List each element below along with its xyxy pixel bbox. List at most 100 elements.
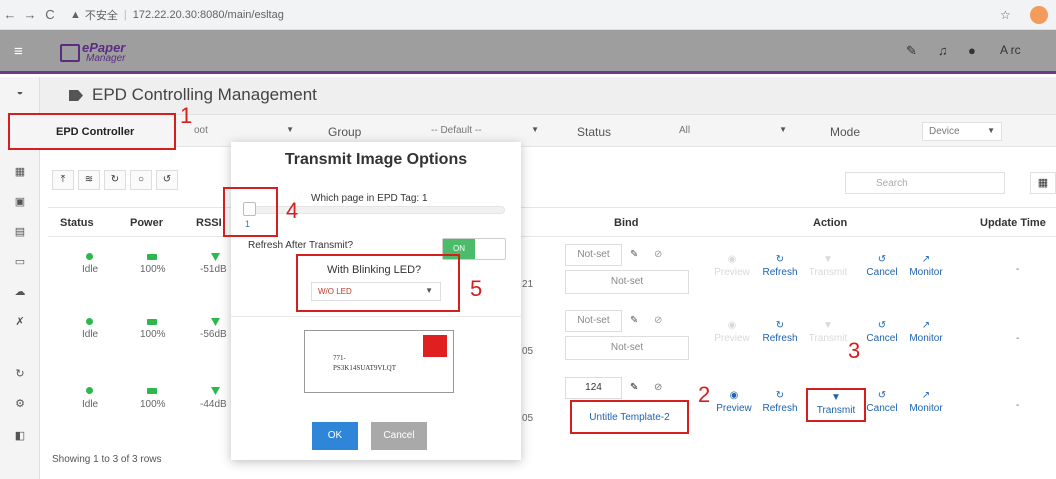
logo-icon [60,44,80,62]
epd-controller-tab[interactable]: EPD Controller [8,113,176,150]
refresh-question: Refresh After Transmit? [248,240,354,251]
signal-icon [211,318,220,326]
wifi-icon[interactable]: ≋ [78,170,100,190]
row-status: Idle [82,329,99,340]
cancel-label: Cancel [866,333,898,344]
upload-icon[interactable]: ⤒ [52,170,74,190]
preview-button[interactable]: ◉ Preview [714,390,754,414]
undo-icon: ↺ [877,390,887,401]
ok-button[interactable]: OK [312,422,358,450]
tools-icon[interactable]: ✎ [906,43,917,59]
bell-icon[interactable]: ♫ [938,43,948,58]
sidebar-dashboard-icon[interactable]: ◒ [12,86,28,98]
search-input[interactable]: Search [845,172,1005,194]
monitor-label: Monitor [909,333,943,344]
col-status[interactable]: Status [60,217,94,229]
transmit-button[interactable]: ▼ Transmit [808,254,848,278]
status-dot-icon [86,387,93,394]
sidebar-layers-icon[interactable]: ◧ [12,429,28,442]
bookmark-star-icon[interactable]: ☆ [1000,8,1011,22]
back-icon[interactable]: ← [0,7,20,22]
preview-button[interactable]: ◉ Preview [714,254,750,278]
annotation-5: 5 [470,276,483,301]
row-power: 100% [140,399,166,410]
controller-value: oot [194,125,208,136]
battery-icon [147,388,157,394]
preview-label: Preview [714,333,750,344]
app-logo: ePaper Manager [60,38,150,66]
bind-template-field[interactable]: Not-set [565,270,689,294]
dialog-cancel-button[interactable]: Cancel [371,422,427,450]
bind-template-field[interactable]: Not-set [565,336,689,360]
undo-icon[interactable]: ↺ [156,170,178,190]
bind-value-field[interactable]: 124 [565,377,622,399]
sidebar-grid-icon[interactable]: ▦ [12,165,28,178]
bind-value-field[interactable]: Not-set [565,310,622,332]
row-rssi: -51dB [200,264,227,275]
refresh-label: Refresh [762,333,798,344]
unlink-icon[interactable]: ⊘ [654,315,662,326]
bind-template-field[interactable]: Untitle Template-2 [570,400,689,434]
template-line1: 771- [333,354,346,362]
sidebar-image-icon[interactable]: ▣ [12,195,28,208]
epd-controller-label: EPD Controller [56,126,135,138]
col-update-time[interactable]: Update Time [980,217,1046,229]
forward-icon[interactable]: → [20,7,40,22]
transmit-button[interactable]: ▼ Transmit [806,388,866,422]
col-action[interactable]: Action [813,217,847,229]
refresh-button[interactable]: ↻ Refresh [760,254,800,278]
globe-icon[interactable]: ● [968,43,976,58]
app-header: ≡ ePaper Manager ✎ ♫ ● A rc [0,30,1056,74]
sync-icon[interactable]: ↻ [104,170,126,190]
transmit-label: Transmit [808,333,848,344]
edit-icon[interactable]: ✎ [630,382,638,393]
row-update-time: - [1016,400,1020,411]
transmit-button[interactable]: ▼ Transmit [808,320,848,344]
chevron-down-icon: ▼ [987,126,995,135]
row-power: 100% [140,264,166,275]
sidebar-cloud-icon[interactable]: ☁ [12,285,28,298]
preview-button[interactable]: ◉ Preview [714,320,750,344]
cancel-button[interactable]: ↺ Cancel [862,254,902,278]
unlink-icon[interactable]: ⊘ [654,249,662,260]
edit-icon[interactable]: ✎ [630,315,638,326]
user-label[interactable]: A rc [1000,43,1021,57]
group-select[interactable]: -- Default -- ▼ [425,122,545,141]
chart-icon: ↗ [921,390,931,401]
column-toggle-icon[interactable]: ▦ [1030,172,1056,194]
refresh-button[interactable]: ↻ Refresh [760,390,800,414]
sidebar-monitor-icon[interactable]: ▭ [12,255,28,268]
annotation-1: 1 [180,103,193,128]
page-header: EPD Controlling Management [40,77,1056,115]
row-rssi: -56dB [200,329,227,340]
circle-icon[interactable]: ○ [130,170,152,190]
chevron-down-icon: ▼ [286,125,294,134]
address-bar[interactable]: ▲ 不安全 | 172.22.20.30:8080/main/esltag [70,7,284,23]
sidebar-tools-icon[interactable]: ✗ [12,315,28,328]
col-power[interactable]: Power [130,217,163,229]
tag-icon [69,90,83,101]
sidebar-sync-icon[interactable]: ↻ [12,367,28,380]
sidebar-settings-icon[interactable]: ⚙ [12,397,28,410]
monitor-label: Monitor [909,267,943,278]
cancel-button[interactable]: ↺ Cancel [862,320,902,344]
cancel-button[interactable]: ↺ Cancel [862,390,902,414]
sidebar-table-icon[interactable]: ▤ [12,225,28,238]
col-bind[interactable]: Bind [614,217,638,229]
bind-value-field[interactable]: Not-set [565,244,622,266]
edit-icon[interactable]: ✎ [630,249,638,260]
eye-icon: ◉ [727,320,737,331]
monitor-button[interactable]: ↗ Monitor [906,390,946,414]
status-select[interactable]: All ▼ [673,122,793,141]
monitor-button[interactable]: ↗ Monitor [906,254,946,278]
unlink-icon[interactable]: ⊘ [654,382,662,393]
page-question: Which page in EPD Tag: 1 [311,193,428,204]
monitor-button[interactable]: ↗ Monitor [906,320,946,344]
profile-avatar[interactable] [1030,6,1048,24]
refresh-button[interactable]: ↻ Refresh [760,320,800,344]
menu-icon[interactable]: ≡ [14,43,23,60]
col-rssi[interactable]: RSSI [196,217,222,229]
controller-select[interactable]: oot ▼ [188,122,300,141]
reload-icon[interactable]: C [40,7,60,22]
mode-select[interactable]: Device ▼ [922,122,1002,141]
